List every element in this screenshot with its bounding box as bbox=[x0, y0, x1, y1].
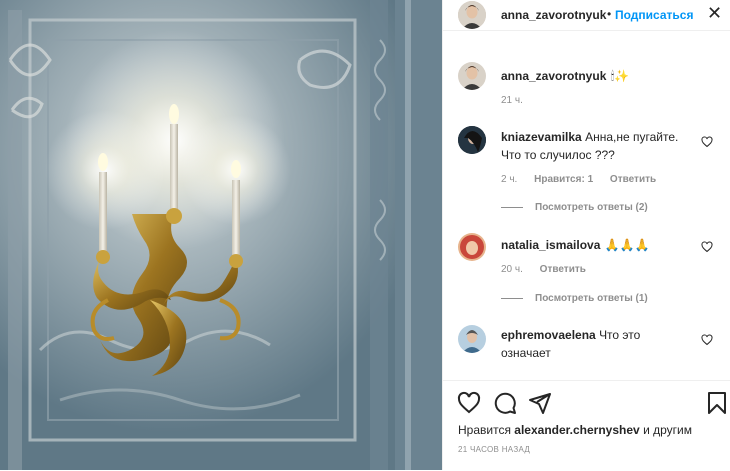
comment-text: Анна,не пугайте. bbox=[585, 130, 679, 144]
comment-username[interactable]: ephremovaelena bbox=[501, 328, 596, 342]
reply-button[interactable]: Ответить bbox=[610, 174, 656, 185]
comment-text-line2: означает bbox=[501, 346, 551, 360]
comment-likes[interactable]: Нравится: 1 bbox=[534, 174, 593, 185]
view-replies-label: Посмотреть ответы (2) bbox=[535, 202, 648, 213]
reply-button[interactable]: Ответить bbox=[540, 264, 586, 275]
replies-divider bbox=[501, 206, 523, 208]
post-modal: anna_zavorotnyuk • Подписаться ✕ anna_za… bbox=[0, 0, 730, 471]
avatar[interactable] bbox=[458, 1, 486, 29]
candle-sconce-image bbox=[0, 0, 442, 470]
heart-icon[interactable] bbox=[457, 391, 481, 415]
user-avatar-image bbox=[458, 233, 486, 261]
heart-icon[interactable] bbox=[701, 136, 713, 148]
caption-time[interactable]: 21 ч. bbox=[501, 95, 523, 106]
view-replies-label: Посмотреть ответы (1) bbox=[535, 293, 648, 304]
likes-prefix: Нравится bbox=[458, 423, 511, 437]
avatar[interactable] bbox=[458, 325, 486, 353]
replies-divider bbox=[501, 297, 523, 299]
post-timestamp[interactable]: 21 ЧАСОВ НАЗАД bbox=[458, 445, 530, 454]
follow-button[interactable]: Подписаться bbox=[615, 8, 693, 22]
view-replies-button[interactable]: Посмотреть ответы (1) bbox=[501, 293, 648, 304]
comment-meta: 2 ч. Нравится: 1 Ответить bbox=[501, 174, 670, 185]
comment-icon[interactable] bbox=[493, 391, 517, 415]
heart-icon[interactable] bbox=[701, 241, 713, 253]
likes-summary: Нравится alexander.chernyshev и другим bbox=[458, 423, 692, 437]
separator-dot: • bbox=[607, 7, 612, 21]
view-replies-button[interactable]: Посмотреть ответы (2) bbox=[501, 202, 648, 213]
comment-text-line2: Что то случилос ??? bbox=[501, 148, 615, 162]
comment-meta: 20 ч. Ответить bbox=[501, 264, 600, 275]
caption-username[interactable]: anna_zavorotnyuk bbox=[501, 69, 606, 83]
comment-text: Что это bbox=[599, 328, 641, 342]
user-avatar-image bbox=[458, 1, 486, 29]
comment-time[interactable]: 20 ч. bbox=[501, 264, 523, 275]
avatar[interactable] bbox=[458, 233, 486, 261]
header-username[interactable]: anna_zavorotnyuk bbox=[501, 8, 606, 22]
close-icon[interactable]: ✕ bbox=[707, 4, 722, 22]
likes-user-link[interactable]: alexander.chernyshev bbox=[514, 423, 639, 437]
post-header: anna_zavorotnyuk • Подписаться ✕ bbox=[443, 0, 730, 31]
user-avatar-image bbox=[458, 325, 486, 353]
caption-meta: 21 ч. bbox=[501, 95, 537, 106]
comment-username[interactable]: natalia_ismailova bbox=[501, 238, 600, 252]
heart-icon[interactable] bbox=[701, 334, 713, 346]
share-icon[interactable] bbox=[528, 391, 552, 415]
user-avatar-image bbox=[458, 126, 486, 154]
user-avatar-image bbox=[458, 62, 486, 90]
caption-text: 🕯✨ bbox=[610, 69, 630, 83]
post-actions: Нравится alexander.chernyshev и другим 2… bbox=[443, 380, 730, 471]
comment-username[interactable]: kniazevamilka bbox=[501, 130, 582, 144]
avatar[interactable] bbox=[458, 126, 486, 154]
avatar[interactable] bbox=[458, 62, 486, 90]
comment-time[interactable]: 2 ч. bbox=[501, 174, 517, 185]
bookmark-icon[interactable] bbox=[705, 391, 729, 415]
likes-others-link[interactable]: и другим bbox=[643, 423, 692, 437]
post-sidebar: anna_zavorotnyuk • Подписаться ✕ anna_za… bbox=[442, 0, 730, 471]
post-photo[interactable] bbox=[0, 0, 442, 470]
comment-text: 🙏🙏🙏 bbox=[604, 238, 650, 252]
